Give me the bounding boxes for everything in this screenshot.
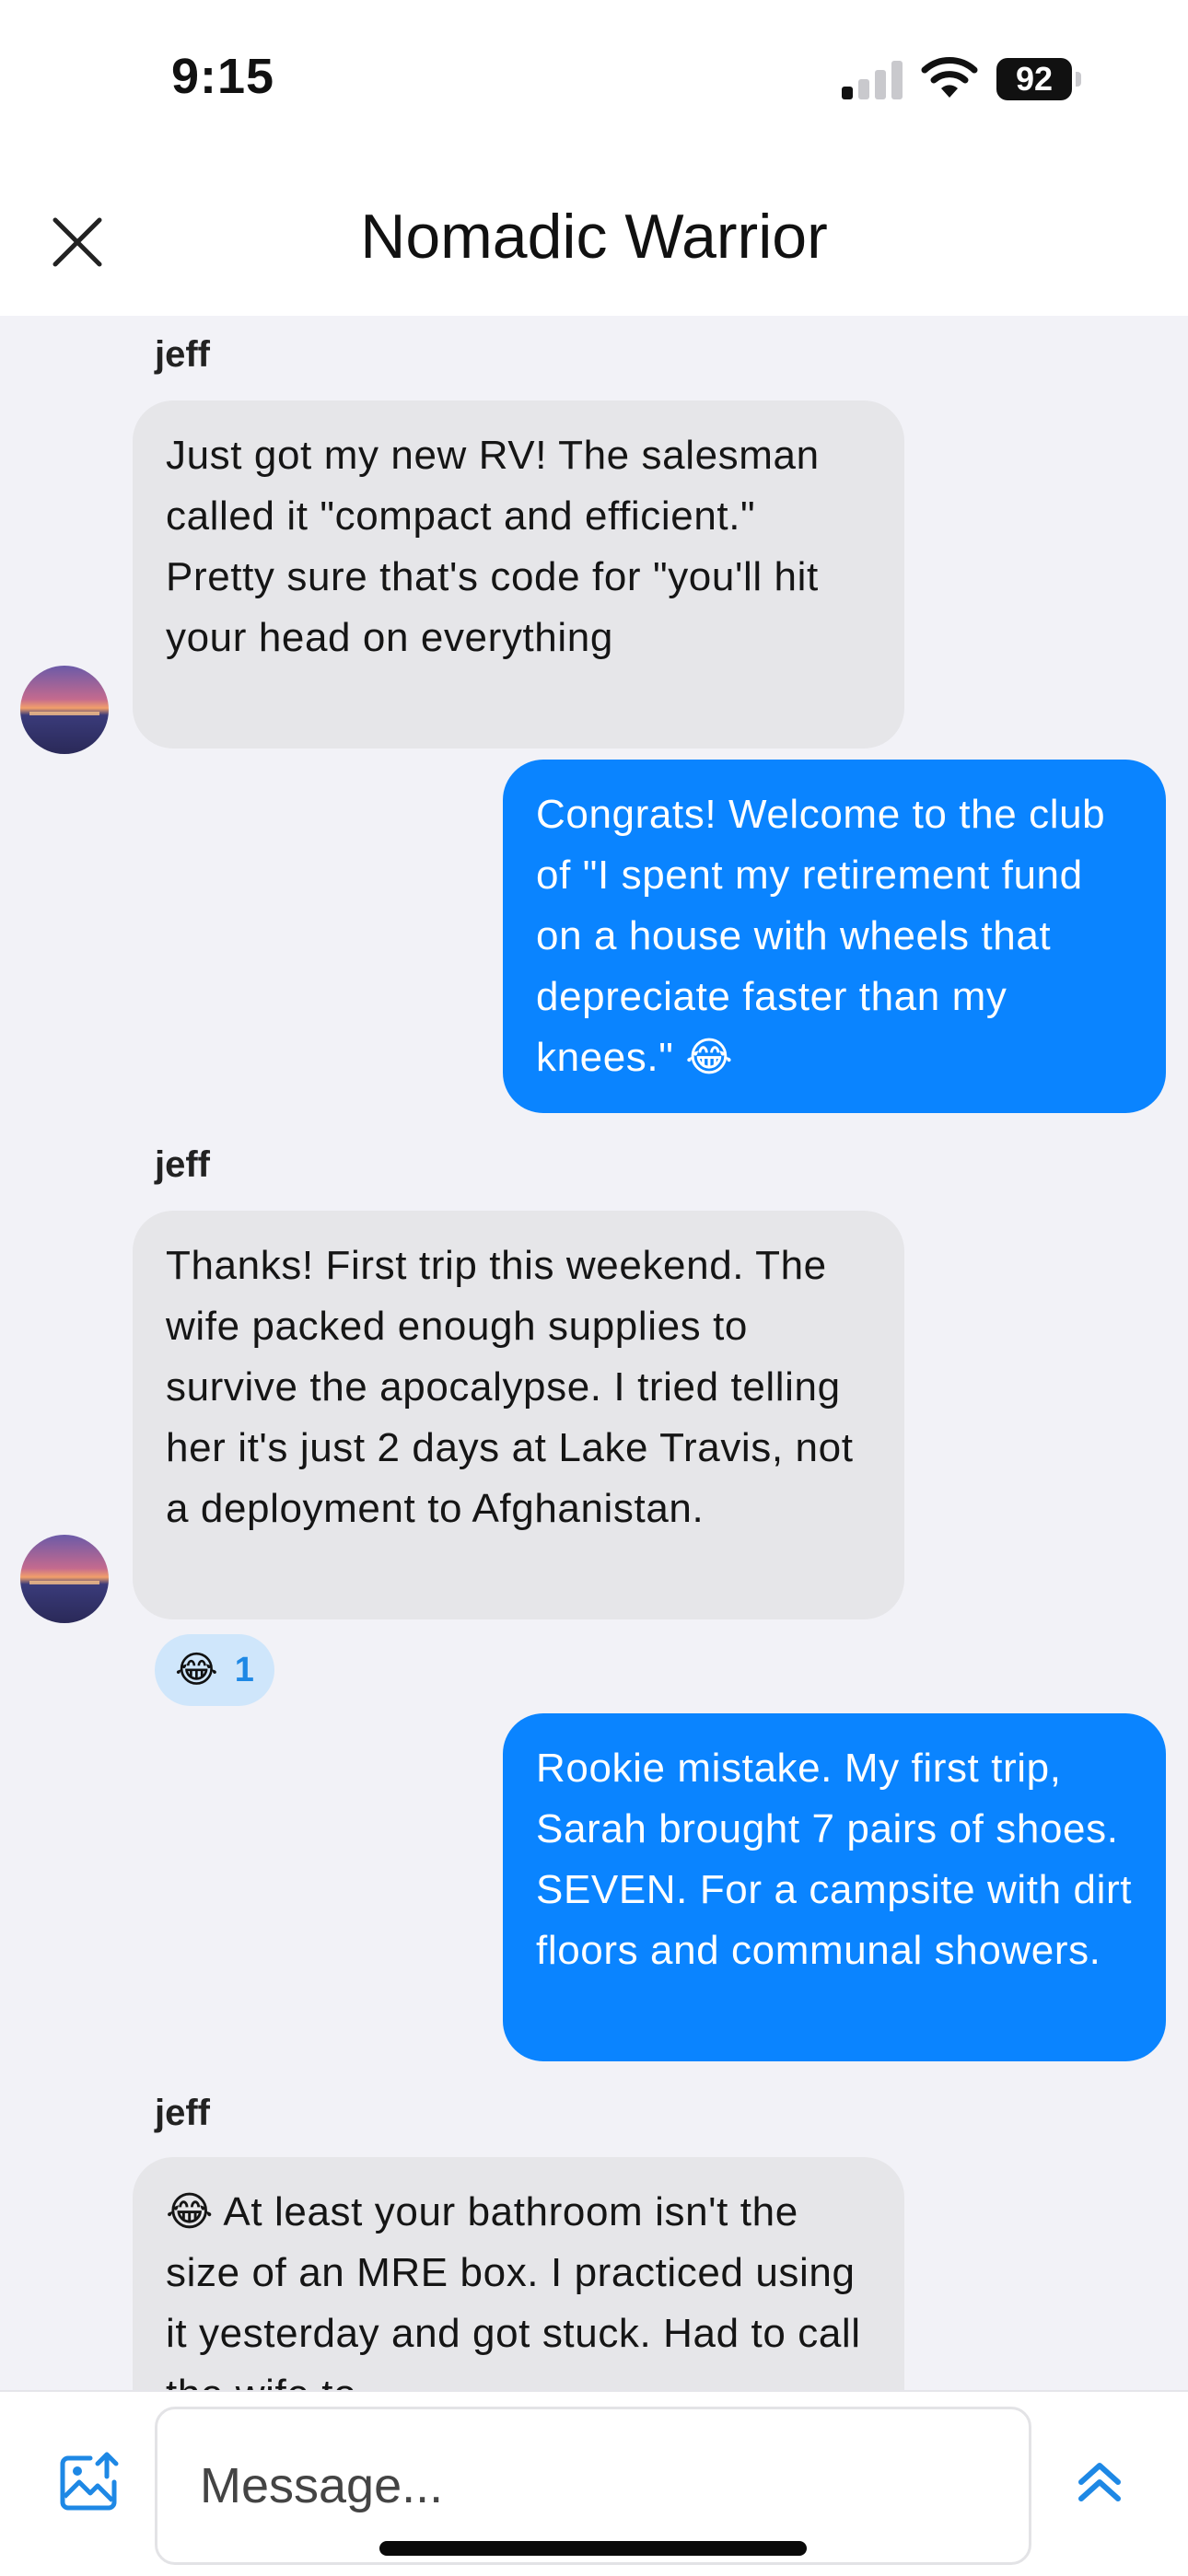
home-indicator (379, 2541, 807, 2556)
reaction-count: 1 (234, 1650, 254, 1689)
status-time: 9:15 (171, 49, 275, 104)
image-upload-icon[interactable] (57, 2451, 120, 2513)
outgoing-message-bubble[interactable]: Rookie mistake. My first trip, Sarah bro… (503, 1713, 1166, 2061)
battery-level: 92 (996, 58, 1072, 100)
chevron-up-double-icon[interactable] (1076, 2458, 1124, 2504)
laughing-emoji-icon: 😂 (175, 1650, 218, 1690)
incoming-message-bubble[interactable]: Just got my new RV! The salesman called … (133, 400, 904, 748)
cellular-signal-icon (842, 59, 903, 99)
outgoing-message-bubble[interactable]: Congrats! Welcome to the club of "I spen… (503, 760, 1166, 1113)
reaction-badge[interactable]: 😂 1 (155, 1634, 274, 1706)
status-bar: 9:15 92 (0, 0, 1188, 147)
message-list[interactable]: jeff Just got my new RV! The salesman ca… (0, 316, 1188, 2390)
sender-name: jeff (155, 1144, 210, 1185)
sender-name: jeff (155, 334, 210, 375)
chat-header: Nomadic Warrior (0, 147, 1188, 316)
battery-icon: 92 (996, 58, 1081, 100)
sender-name: jeff (155, 2093, 210, 2133)
incoming-message-bubble[interactable]: 😂 At least your bathroom isn't the size … (133, 2157, 904, 2390)
incoming-message-bubble[interactable]: Thanks! First trip this weekend. The wif… (133, 1211, 904, 1619)
avatar[interactable] (20, 1535, 109, 1623)
conversation-title: Nomadic Warrior (360, 202, 828, 272)
wifi-icon (921, 57, 978, 98)
avatar[interactable] (20, 666, 109, 754)
